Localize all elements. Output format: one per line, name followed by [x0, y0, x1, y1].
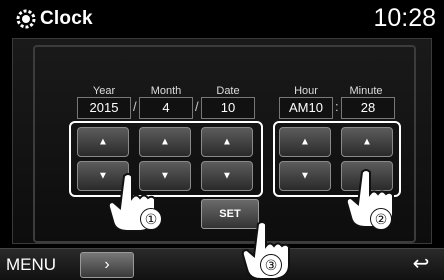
page-title: Clock	[40, 8, 93, 29]
month-value: 4	[139, 97, 193, 119]
minute-value: 28	[341, 97, 395, 119]
date-label: Date	[216, 85, 240, 97]
month-label: Month	[150, 85, 182, 97]
back-icon[interactable]: ↩	[406, 252, 436, 278]
title-bar: Clock 10:28	[0, 0, 444, 38]
up-arrow-icon: ▲	[300, 136, 310, 148]
minute-label: Minute	[349, 85, 383, 97]
date-up-button[interactable]: ▲	[201, 127, 253, 157]
callout-1: ①	[140, 208, 162, 230]
up-arrow-icon: ▲	[98, 136, 108, 148]
year-value: 2015	[77, 97, 131, 119]
up-arrow-icon: ▲	[362, 136, 372, 148]
year-up-button[interactable]: ▲	[77, 127, 129, 157]
minute-up-button[interactable]: ▲	[341, 127, 393, 157]
hour-down-button[interactable]: ▼	[279, 161, 331, 191]
down-arrow-icon: ▼	[222, 170, 232, 182]
callout-3: ③	[260, 254, 282, 276]
up-arrow-icon: ▲	[222, 136, 232, 148]
menu-button[interactable]: MENU	[6, 251, 74, 279]
down-arrow-icon: ▼	[300, 170, 310, 182]
month-up-button[interactable]: ▲	[139, 127, 191, 157]
date-down-button[interactable]: ▼	[201, 161, 253, 191]
time-separator: :	[335, 99, 339, 114]
date-value: 10	[201, 97, 255, 119]
hour-value: AM10	[279, 97, 333, 119]
date-separator: /	[133, 99, 137, 114]
year-label: Year	[92, 85, 116, 97]
hour-up-button[interactable]: ▲	[279, 127, 331, 157]
next-button[interactable]: ›	[80, 252, 134, 278]
callout-2: ②	[370, 208, 392, 230]
gear-clock-icon	[16, 9, 36, 29]
current-time: 10:28	[373, 4, 436, 32]
date-separator: /	[195, 99, 199, 114]
bottom-bar: MENU › ↩	[0, 248, 444, 280]
up-arrow-icon: ▲	[160, 136, 170, 148]
hour-label: Hour	[294, 85, 318, 97]
